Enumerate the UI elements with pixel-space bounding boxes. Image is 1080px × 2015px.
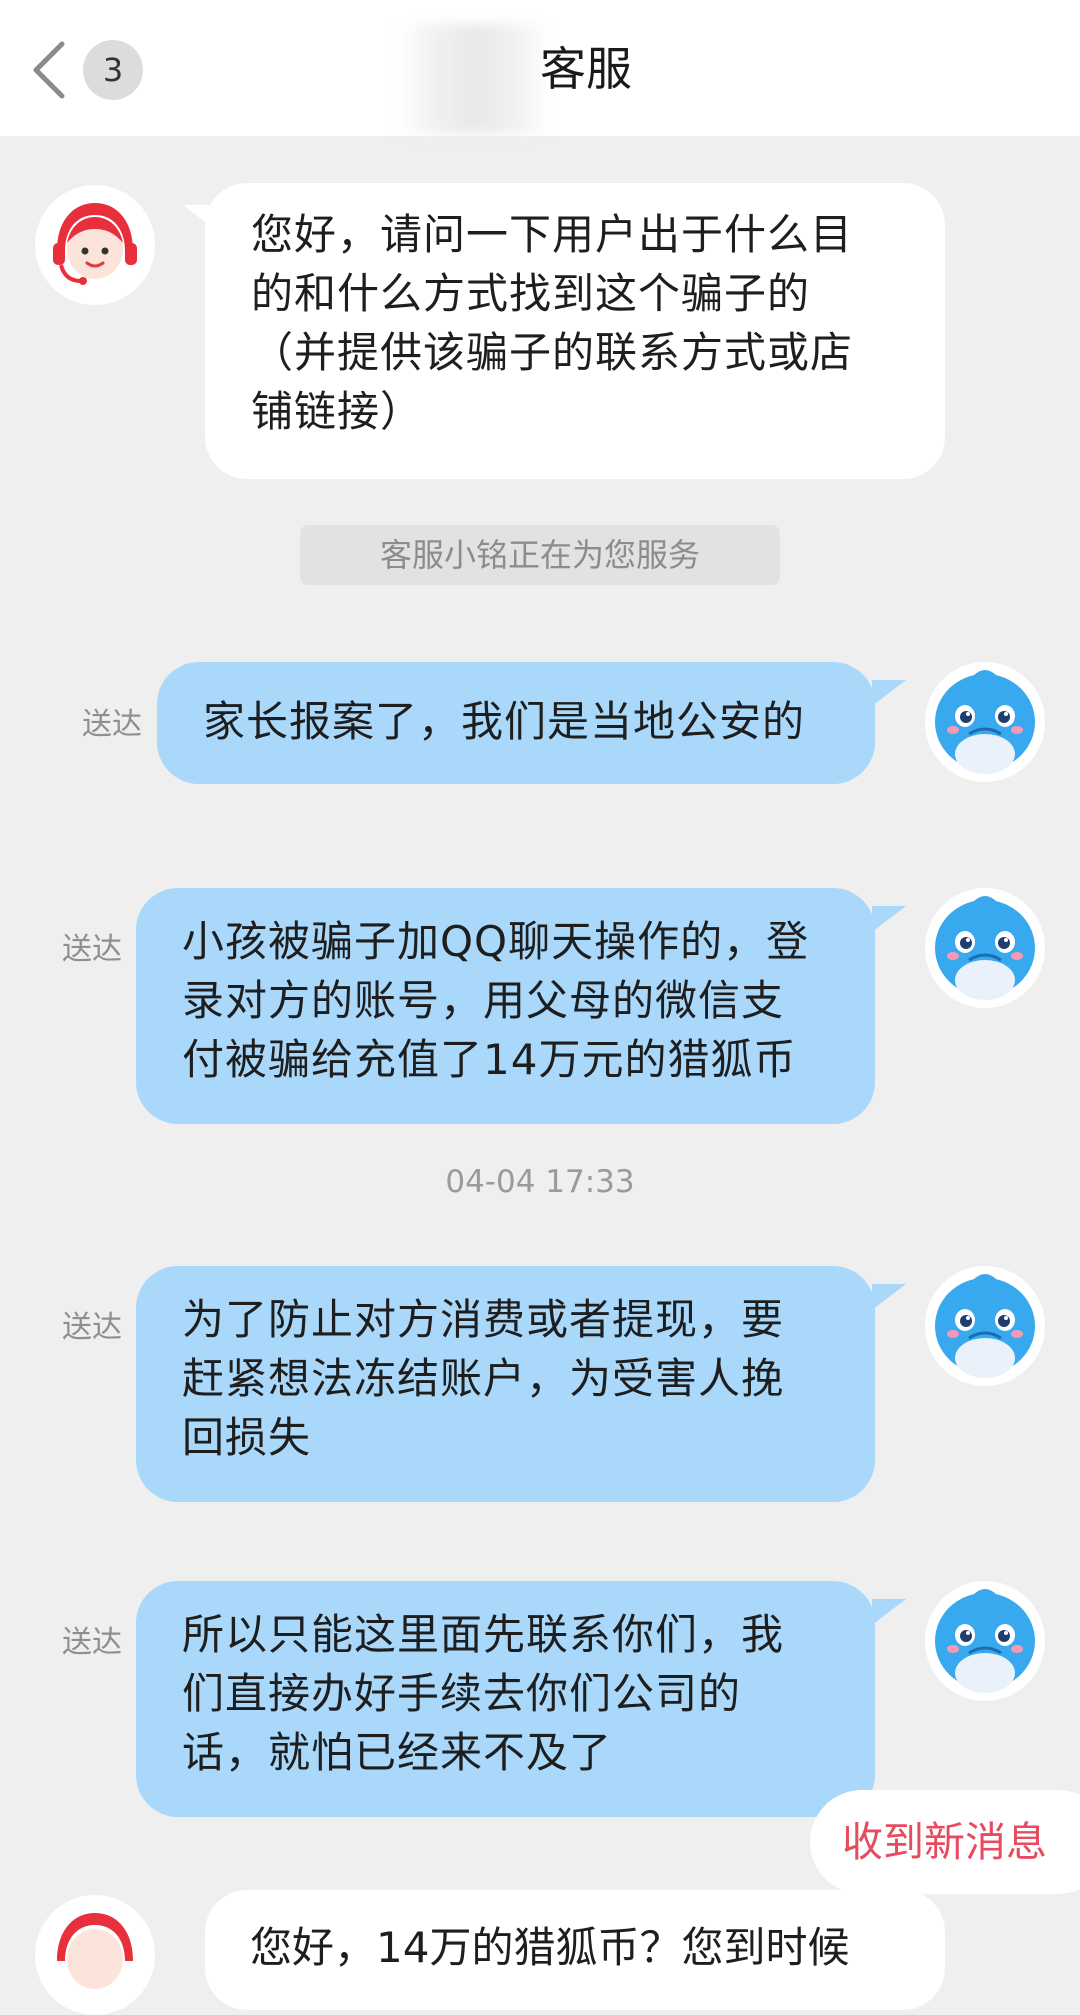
- delivered-status: 送达: [62, 1310, 122, 1345]
- delivered-status: 送达: [62, 1625, 122, 1660]
- user-message-bubble[interactable]: 小孩被骗子加QQ聊天操作的，登 录对方的账号，用父母的微信支 付被骗给充值了14…: [136, 888, 875, 1124]
- dolphin-avatar-icon: [925, 662, 1045, 782]
- message-line: 家长报案了，我们是当地公安的: [203, 697, 806, 746]
- message-line: 为了防止对方消费或者提现，要: [182, 1295, 785, 1344]
- delivered-status: 送达: [62, 932, 122, 967]
- delivered-status: 送达: [82, 707, 142, 742]
- user-message-bubble[interactable]: 为了防止对方消费或者提现，要 赶紧想法冻结账户，为受害人挽 回损失: [136, 1266, 875, 1502]
- new-message-button[interactable]: 收到新消息: [810, 1790, 1080, 1894]
- bubble-tail: [872, 680, 906, 706]
- agent-avatar[interactable]: [35, 1895, 155, 2015]
- message-line: 所以只能这里面先联系你们，我: [182, 1610, 785, 1659]
- message-line: 小孩被骗子加QQ聊天操作的，登: [182, 917, 810, 966]
- chevron-left-icon[interactable]: [30, 40, 70, 100]
- message-line: （并提供该骗子的联系方式或店: [251, 328, 854, 377]
- user-avatar[interactable]: [925, 662, 1045, 782]
- message-timestamp: 04-04 17:33: [445, 1164, 635, 1200]
- bubble-tail: [872, 1284, 906, 1310]
- dolphin-avatar-icon: [925, 1581, 1045, 1701]
- message-line: 付被骗给充值了14万元的猎狐币: [182, 1035, 797, 1084]
- blurred-title-region: [400, 24, 550, 134]
- user-message-bubble[interactable]: 家长报案了，我们是当地公安的: [157, 662, 875, 784]
- bubble-tail: [872, 906, 906, 932]
- message-line: 回损失: [182, 1413, 312, 1462]
- top-bar: 3 客服: [0, 0, 1080, 136]
- user-avatar[interactable]: [925, 1581, 1045, 1701]
- system-notice: 客服小铭正在为您服务: [300, 525, 780, 585]
- agent-message-bubble[interactable]: 您好，请问一下用户出于什么目 的和什么方式找到这个骗子的 （并提供该骗子的联系方…: [205, 183, 945, 479]
- user-avatar[interactable]: [925, 1266, 1045, 1386]
- dolphin-avatar-icon: [925, 888, 1045, 1008]
- bubble-tail: [872, 1599, 906, 1625]
- agent-avatar[interactable]: [35, 185, 155, 305]
- message-line: 们直接办好手续去你们公司的: [182, 1669, 742, 1718]
- message-line: 录对方的账号，用父母的微信支: [182, 976, 785, 1025]
- unread-count-badge[interactable]: 3: [83, 40, 143, 100]
- message-line: 的和什么方式找到这个骗子的: [251, 269, 811, 318]
- user-avatar[interactable]: [925, 888, 1045, 1008]
- dolphin-avatar-icon: [925, 1266, 1045, 1386]
- headset-agent-icon: [35, 185, 155, 305]
- page-title: 客服: [540, 42, 632, 96]
- message-line: 您好，请问一下用户出于什么目: [251, 210, 854, 259]
- message-line: 铺链接）: [251, 387, 424, 436]
- message-line: 赶紧想法冻结账户，为受害人挽: [182, 1354, 785, 1403]
- message-line: 话，就怕已经来不及了: [182, 1728, 613, 1777]
- partial-message-text: 您好，14万的猎狐币？您到时候: [250, 1923, 850, 1972]
- headset-agent-icon: [35, 1895, 155, 2015]
- user-message-bubble[interactable]: 所以只能这里面先联系你们，我 们直接办好手续去你们公司的 话，就怕已经来不及了: [136, 1581, 875, 1817]
